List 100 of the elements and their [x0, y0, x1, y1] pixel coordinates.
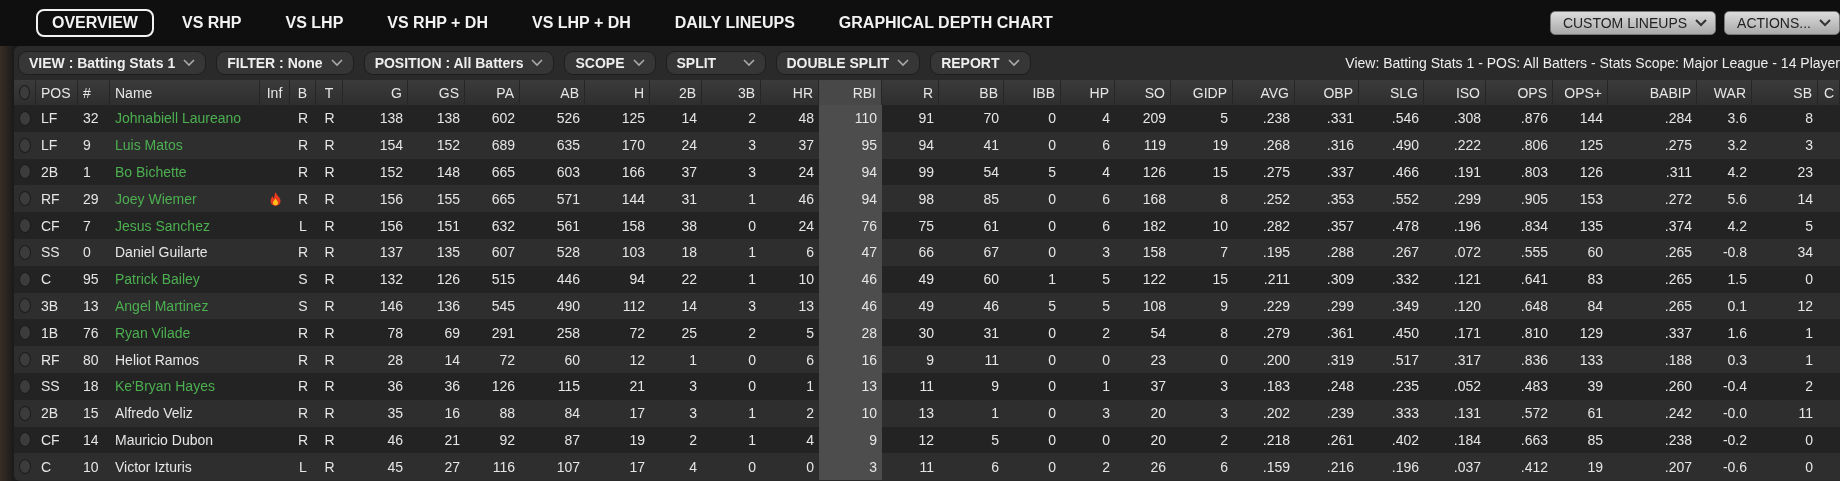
table-cell-text: .120 — [1452, 296, 1482, 316]
table-cell-text: .260 — [1663, 377, 1693, 397]
table-cell-text: .319 — [1325, 350, 1355, 370]
table-cell-text: 632 — [490, 216, 516, 236]
table-cell-text: 1 — [688, 350, 698, 370]
filter-dropdown[interactable]: SCOPE — [564, 51, 656, 75]
tab[interactable]: VS RHP — [165, 9, 258, 37]
column-header[interactable]: RBI — [819, 80, 882, 105]
tab[interactable]: DAILY LINEUPS — [658, 9, 811, 37]
table-cell-text: .641 — [1519, 270, 1549, 290]
table-cell-text: 112 — [621, 296, 646, 316]
table-cell-text: 153 — [1578, 189, 1604, 209]
table-cell-text: R — [323, 457, 336, 477]
filter-dropdown[interactable]: VIEW : Batting Stats 1 — [18, 51, 207, 75]
player-name-link[interactable]: Angel Martinez — [115, 297, 209, 314]
row-radio[interactable] — [19, 244, 31, 260]
row-radio[interactable] — [19, 405, 31, 421]
table-cell-text: 148 — [435, 163, 461, 182]
table-cell-text: 15 — [1211, 270, 1229, 290]
table-cell-text: 2 — [747, 109, 757, 129]
tab[interactable]: GRAPHICAL DEPTH CHART — [822, 9, 1069, 37]
row-radio[interactable] — [19, 164, 31, 180]
player-name-link[interactable]: Daniel Guilarte — [115, 244, 208, 261]
player-name-link[interactable]: Ke'Bryan Hayes — [115, 378, 215, 395]
table-cell-text: 125 — [1578, 136, 1604, 156]
table-cell-text: 72 — [498, 350, 516, 370]
filter-dropdown[interactable]: REPORT — [930, 51, 1031, 75]
dropdown-button[interactable]: ACTIONS... — [1724, 11, 1840, 35]
row-radio[interactable] — [19, 378, 31, 394]
row-radio[interactable] — [19, 325, 31, 341]
filter-dropdown[interactable]: SPLIT — [665, 51, 766, 75]
table-cell-text: .052 — [1452, 377, 1482, 397]
table-cell-text: 135 — [435, 243, 461, 263]
player-name-link[interactable]: Bo Bichette — [115, 164, 187, 180]
table-cell-text: 8 — [1219, 189, 1229, 209]
row-radio[interactable] — [19, 191, 31, 207]
table-cell-text: 6 — [1101, 136, 1111, 156]
table-cell-text: .299 — [1325, 296, 1355, 316]
table-cell-text: 22 — [680, 270, 698, 290]
table-cell-text: 60 — [563, 350, 581, 370]
player-name-link[interactable]: Joey Wiemer — [115, 190, 197, 207]
table-cell-text: 170 — [620, 136, 646, 156]
row-radio[interactable] — [19, 432, 31, 448]
table-cell-text: .248 — [1325, 377, 1355, 397]
player-name-link[interactable]: Heliot Ramos — [115, 351, 200, 368]
table-cell-text: 16 — [443, 404, 461, 424]
tab[interactable]: OVERVIEW — [36, 9, 154, 37]
table-cell-text: 122 — [1141, 270, 1167, 290]
chevron-icon — [330, 59, 343, 67]
player-name-link[interactable]: Johnabiell Laureano — [115, 110, 242, 127]
table-cell-text: 49 — [917, 270, 935, 290]
table-cell-text: 7 — [82, 216, 92, 236]
table-cell-text: 76 — [82, 323, 100, 343]
table-cell-text: 18 — [82, 377, 100, 397]
table-cell-text: .663 — [1519, 430, 1549, 450]
table-cell-text: 15 — [82, 404, 100, 424]
table-cell-text: 92 — [498, 430, 516, 450]
filter-dropdown[interactable]: FILTER : None — [216, 51, 354, 75]
row-radio[interactable] — [19, 352, 31, 368]
table-cell-text: S — [297, 270, 309, 290]
tab[interactable]: VS LHP + DH — [515, 9, 647, 37]
table-cell-text: .331 — [1325, 109, 1355, 129]
table-cell-text: .196 — [1390, 457, 1420, 477]
row-radio[interactable] — [19, 459, 31, 475]
table-cell-text: .284 — [1663, 109, 1693, 129]
table-cell-text: 9 — [82, 136, 92, 156]
player-name-link[interactable]: Mauricio Dubon — [115, 431, 214, 448]
table-cell-text: 3 — [1219, 377, 1229, 397]
table-cell-text: 31 — [680, 189, 698, 209]
chevron-icon — [632, 59, 645, 67]
row-radio[interactable] — [19, 110, 31, 126]
table-cell-text: 13 — [82, 296, 100, 316]
table-cell-text: 490 — [555, 296, 581, 316]
row-radio[interactable] — [19, 298, 31, 314]
table-cell-text: 0 — [1219, 350, 1229, 370]
select-all-radio[interactable] — [19, 85, 30, 100]
table-cell-text: 0 — [1804, 457, 1814, 477]
player-name-link[interactable]: Alfredo Veliz — [115, 405, 193, 422]
table-cell-text: 0 — [747, 377, 757, 397]
player-name-link[interactable]: Luis Matos — [115, 137, 183, 154]
tab[interactable]: VS RHP + DH — [371, 9, 504, 37]
table-cell-text: 144 — [1578, 109, 1604, 129]
table-cell-text: 107 — [555, 457, 581, 477]
dropdown-button[interactable]: CUSTOM LINEUPS — [1549, 11, 1717, 35]
table-cell-text: 61 — [982, 216, 1000, 236]
row-radio[interactable] — [19, 218, 31, 234]
table-cell-text: 135 — [1578, 216, 1604, 236]
player-name-link[interactable]: Patrick Bailey — [115, 271, 200, 288]
table-cell-text: R — [323, 404, 336, 424]
player-name-link[interactable]: Victor Izturis — [115, 458, 192, 475]
filter-dropdown[interactable]: POSITION : All Batters — [363, 51, 555, 75]
table-cell-text: .196 — [1452, 216, 1482, 236]
table-cell-text: .450 — [1390, 323, 1420, 343]
filter-dropdown[interactable]: DOUBLE SPLIT — [775, 51, 921, 75]
player-name-link[interactable]: Jesus Sanchez — [115, 217, 210, 234]
table-cell-text: 10 — [82, 457, 100, 477]
row-radio[interactable] — [19, 137, 31, 153]
tab[interactable]: VS LHP — [269, 9, 360, 37]
player-name-link[interactable]: Ryan Vilade — [115, 324, 191, 341]
row-radio[interactable] — [19, 271, 31, 287]
